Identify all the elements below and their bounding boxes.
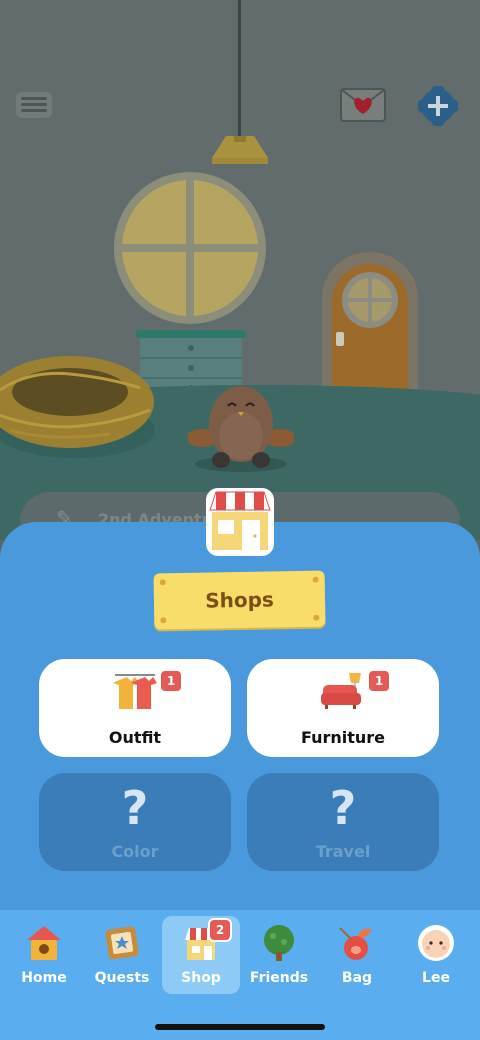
tab-profile[interactable]: Lee [397,916,475,994]
bottom-tab-bar: Home Quests 2 Shop Friends Bag Lee [0,910,480,1040]
tab-home[interactable]: Home [5,916,83,994]
mail-button[interactable] [340,88,386,126]
tab-bag[interactable]: Bag [318,916,396,994]
sign-nail [160,617,167,624]
avatar-icon [417,924,455,962]
color-label: Color [111,842,159,861]
bird-character[interactable] [186,376,296,474]
tab-shop[interactable]: 2 Shop [162,916,240,994]
tab-label: Home [21,970,67,986]
notification-badge: 1 [159,669,183,693]
outfit-shop-card[interactable]: 1 Outfit [39,659,231,757]
sign-nail [312,576,319,583]
birdhouse-icon [25,924,63,962]
color-shop-card[interactable]: ? Color [39,773,231,871]
hamburger-icon [16,90,52,122]
sign-nail [159,579,166,586]
bag-icon [338,924,376,962]
menu-button[interactable] [16,92,52,120]
nest [0,330,170,460]
outfit-icon [111,671,159,711]
lamp-shade [212,136,268,166]
furniture-shop-card[interactable]: 1 Furniture [247,659,439,757]
tab-quests[interactable]: Quests [83,916,161,994]
shop-building-icon [202,484,278,560]
room-scene: ✎ 2nd Adventu [0,0,480,540]
tab-label: Quests [94,970,150,986]
tab-label: Bag [341,970,373,986]
plus-flower-icon [417,85,459,130]
furniture-label: Furniture [300,728,386,747]
tab-label: Lee [422,970,450,986]
quest-board-icon [103,924,141,962]
travel-shop-card[interactable]: ? Travel [247,773,439,871]
add-button[interactable] [417,85,459,130]
tab-label: Friends [249,970,309,986]
ceiling-lamp [238,0,241,140]
outfit-label: Outfit [108,728,162,747]
tree-icon [260,924,298,962]
mail-heart-icon [340,88,386,126]
shops-title-sign: Shops [153,570,326,630]
tab-friends[interactable]: Friends [240,916,318,994]
question-icon: ? [121,781,149,835]
door [322,252,418,400]
sign-nail [313,614,320,621]
notification-badge: 2 [208,918,232,942]
notification-badge: 1 [367,669,391,693]
round-window [112,170,268,326]
home-indicator [155,1024,325,1030]
shops-title: Shops [204,587,275,613]
tab-label: Shop [181,970,221,986]
question-icon: ? [329,781,357,835]
furniture-icon [319,671,367,711]
travel-label: Travel [315,842,371,861]
